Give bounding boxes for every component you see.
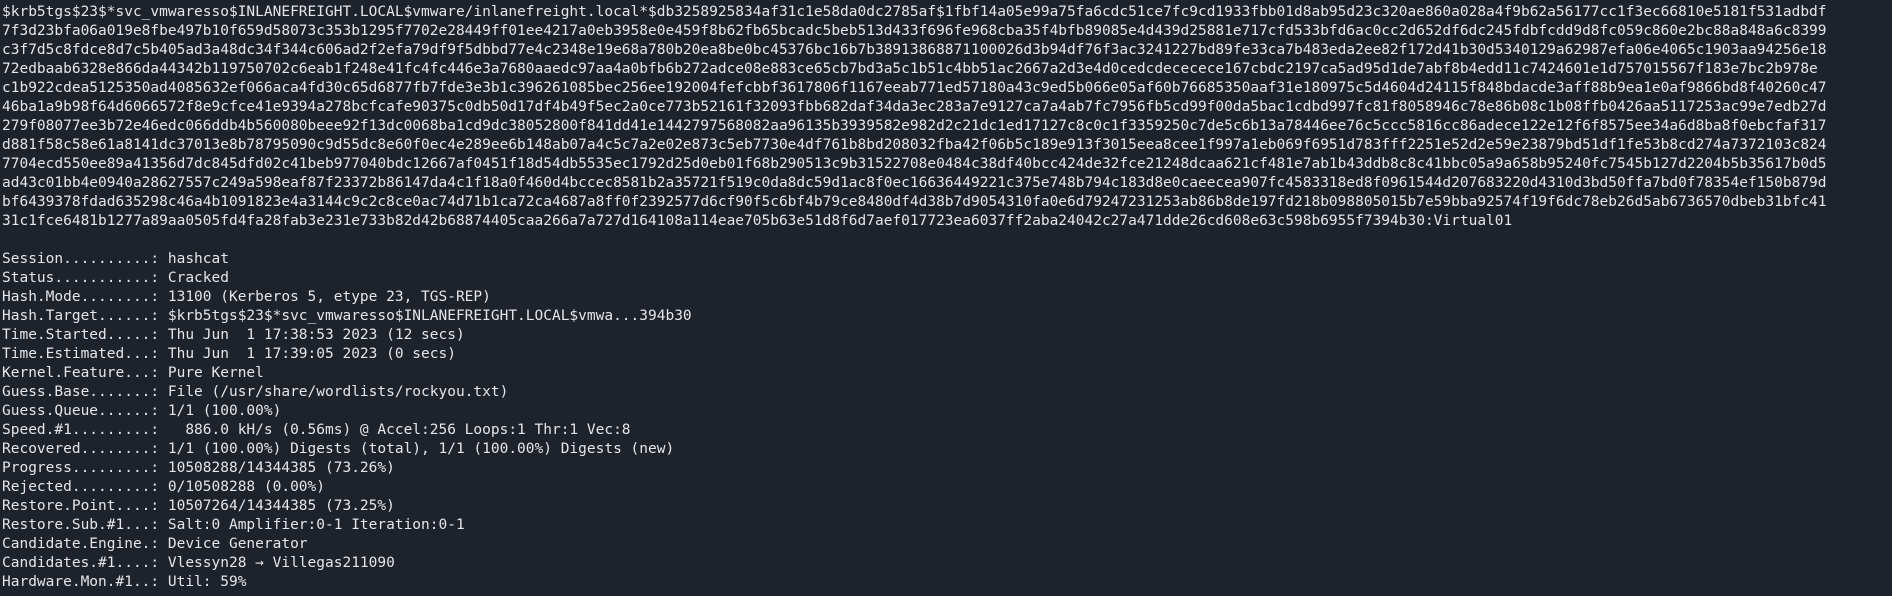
status-restore-point: Restore.Point....: 10507264/14344385 (73…	[2, 498, 395, 514]
cracked-hash-output: $krb5tgs$23$*svc_vmwaresso$INLANEFREIGHT…	[2, 3, 1892, 231]
hash-line: 279f08077ee3b72e46edc066ddb4b560080beee9…	[2, 118, 1827, 134]
hash-line: d881f58c58e61a8141dc37013e8b78795090c9d5…	[2, 137, 1827, 153]
status-guess-queue: Guess.Queue......: 1/1 (100.00%)	[2, 403, 282, 419]
terminal-window[interactable]: $krb5tgs$23$*svc_vmwaresso$INLANEFREIGHT…	[0, 0, 1892, 596]
hash-line: 31c1fce6481b1277a89aa0505fd4fa28fab3e231…	[2, 213, 1513, 229]
hashcat-status-block: Session..........: hashcat Status.......…	[2, 250, 1892, 592]
hash-line: c1b922cdea5125350ad4085632ef066aca4fd30c…	[2, 80, 1827, 96]
status-candidates: Candidates.#1....: Vlessyn28 → Villegas2…	[2, 555, 395, 571]
status-status: Status...........: Cracked	[2, 270, 229, 286]
status-recovered: Recovered........: 1/1 (100.00%) Digests…	[2, 441, 675, 457]
status-time-started: Time.Started.....: Thu Jun 1 17:38:53 20…	[2, 327, 465, 343]
status-guess-base: Guess.Base.......: File (/usr/share/word…	[2, 384, 509, 400]
hash-line: 7f3d23bfa06a019e8fbe497b10f659d58073c353…	[2, 23, 1827, 39]
status-hash-mode: Hash.Mode........: 13100 (Kerberos 5, et…	[2, 289, 491, 305]
hash-line: ad43c01bb4e0940a28627557c249a598eaf87f23…	[2, 175, 1827, 191]
hash-line: 7704ecd550ee89a41356d7dc845dfd02c41beb97…	[2, 156, 1827, 172]
status-progress: Progress.........: 10508288/14344385 (73…	[2, 460, 395, 476]
status-speed: Speed.#1.........: 886.0 kH/s (0.56ms) @…	[2, 422, 631, 438]
status-hardware-mon: Hardware.Mon.#1..: Util: 59%	[2, 574, 247, 590]
status-rejected: Rejected.........: 0/10508288 (0.00%)	[2, 479, 326, 495]
status-hash-target: Hash.Target......: $krb5tgs$23$*svc_vmwa…	[2, 308, 692, 324]
status-time-estimated: Time.Estimated...: Thu Jun 1 17:39:05 20…	[2, 346, 456, 362]
hash-line: 72edbaab6328e866da44342b119750702c6eab1f…	[2, 61, 1818, 77]
hash-line: 46ba1a9b98f64d6066572f8e9cfce41e9394a278…	[2, 99, 1827, 115]
status-kernel-feature: Kernel.Feature...: Pure Kernel	[2, 365, 264, 381]
status-candidate-engine: Candidate.Engine.: Device Generator	[2, 536, 308, 552]
status-restore-sub: Restore.Sub.#1...: Salt:0 Amplifier:0-1 …	[2, 517, 465, 533]
status-session: Session..........: hashcat	[2, 251, 229, 267]
hash-line: bf6439378fdad635298c46a4b1091823e4a3144c…	[2, 194, 1827, 210]
hash-line: $krb5tgs$23$*svc_vmwaresso$INLANEFREIGHT…	[2, 4, 1827, 20]
hash-line: c3f7d5c8fdce8d7c5b405ad3a48dc34f344c606a…	[2, 42, 1827, 58]
